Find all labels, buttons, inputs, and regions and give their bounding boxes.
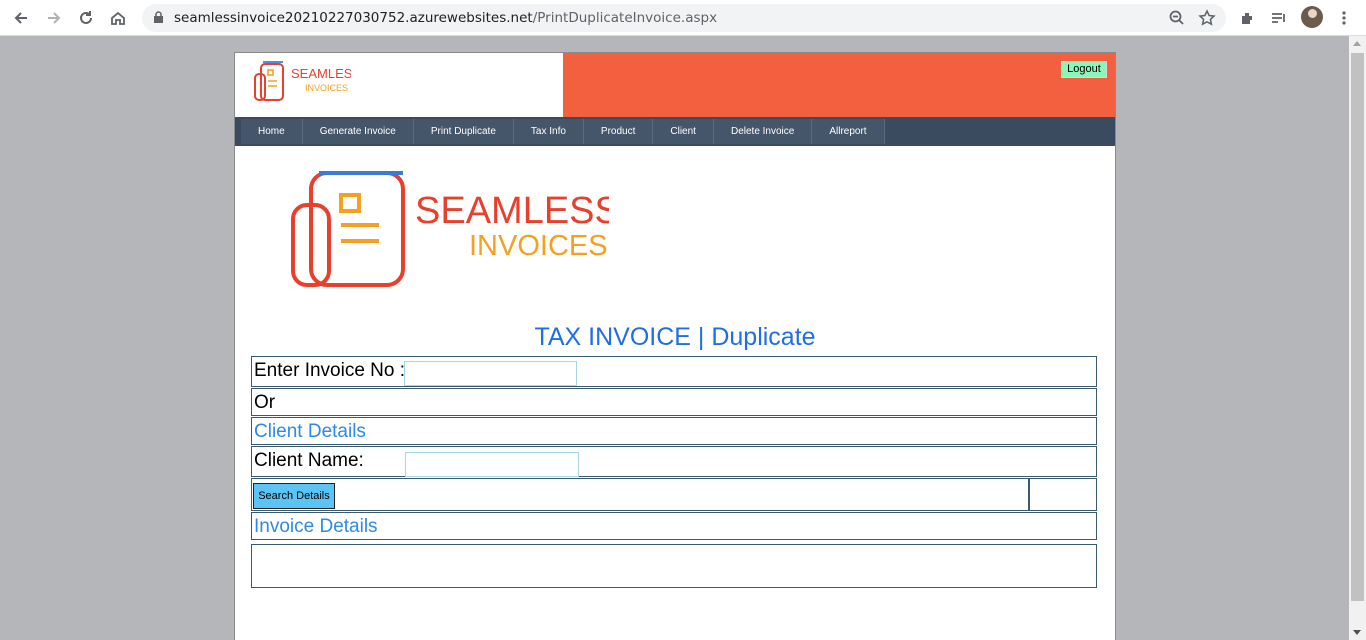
page-scrollbar[interactable] [1349, 36, 1366, 640]
reading-list-icon[interactable] [1267, 6, 1291, 30]
nav-item-product[interactable]: Product [583, 119, 654, 144]
page-container: SEAMLESS INVOICES Logout Home Generate I… [234, 52, 1116, 640]
or-label: Or [254, 392, 276, 413]
header-logo-line1: SEAMLESS [291, 66, 351, 81]
browser-toolbar: seamlessinvoice20210227030752.azurewebsi… [0, 0, 1366, 36]
site-header: SEAMLESS INVOICES Logout [235, 53, 1115, 117]
forward-icon[interactable] [42, 6, 66, 30]
extensions-icon[interactable] [1236, 6, 1260, 30]
home-icon[interactable] [106, 6, 130, 30]
brand-logo: SEAMLESS INVOICES [291, 171, 609, 287]
logo-document-icon: SEAMLESS INVOICES [254, 61, 351, 101]
invoice-details-panel [251, 544, 1097, 588]
profile-avatar[interactable] [1301, 6, 1323, 28]
client-name-label: Client Name: [254, 450, 364, 471]
search-details-button[interactable]: Search Details [253, 483, 335, 509]
url-text: seamlessinvoice20210227030752.azurewebsi… [174, 10, 718, 26]
nav-item-generate-invoice[interactable]: Generate Invoice [302, 119, 414, 144]
search-row: Search Details [251, 478, 1029, 511]
brand-line2: INVOICES [469, 230, 608, 262]
client-details-row: Client Details [251, 417, 1097, 445]
back-icon[interactable] [9, 6, 33, 30]
zoom-icon[interactable] [1168, 9, 1186, 27]
scroll-thumb[interactable] [1351, 53, 1364, 601]
header-banner [563, 53, 1115, 117]
invoice-number-input[interactable] [404, 361, 577, 386]
invoice-number-label: Enter Invoice No : [254, 360, 406, 381]
invoice-details-row: Invoice Details [251, 512, 1097, 540]
search-row-side-cell [1029, 478, 1097, 511]
nav-menu: Home Generate Invoice Print Duplicate Ta… [241, 119, 885, 144]
logout-button[interactable]: Logout [1061, 61, 1107, 78]
client-name-input[interactable] [405, 452, 579, 477]
lock-icon [153, 11, 164, 24]
nav-item-allreport[interactable]: Allreport [812, 119, 885, 144]
nav-item-print-duplicate[interactable]: Print Duplicate [413, 119, 514, 144]
reload-icon[interactable] [74, 6, 98, 30]
client-name-row: Client Name: [251, 446, 1097, 477]
invoice-number-row: Enter Invoice No : [251, 356, 1097, 387]
nav-item-home[interactable]: Home [241, 119, 303, 144]
client-details-heading: Client Details [254, 421, 366, 442]
star-icon[interactable] [1198, 9, 1216, 27]
brand-line1: SEAMLESS [415, 190, 609, 232]
header-logo-line2: INVOICES [305, 83, 348, 93]
nav-item-client[interactable]: Client [653, 119, 714, 144]
nav-item-tax-info[interactable]: Tax Info [513, 119, 584, 144]
header-logo[interactable]: SEAMLESS INVOICES [235, 53, 563, 117]
scroll-up-icon[interactable] [1353, 41, 1361, 46]
or-row: Or [251, 388, 1097, 416]
main-nav: Home Generate Invoice Print Duplicate Ta… [235, 117, 1115, 146]
address-bar[interactable]: seamlessinvoice20210227030752.azurewebsi… [142, 4, 1226, 32]
menu-icon[interactable] [1332, 6, 1356, 30]
page-title: TAX INVOICE | Duplicate [534, 323, 816, 351]
invoice-details-heading: Invoice Details [254, 516, 378, 537]
scroll-down-icon[interactable] [1353, 630, 1361, 635]
nav-item-delete-invoice[interactable]: Delete Invoice [713, 119, 813, 144]
